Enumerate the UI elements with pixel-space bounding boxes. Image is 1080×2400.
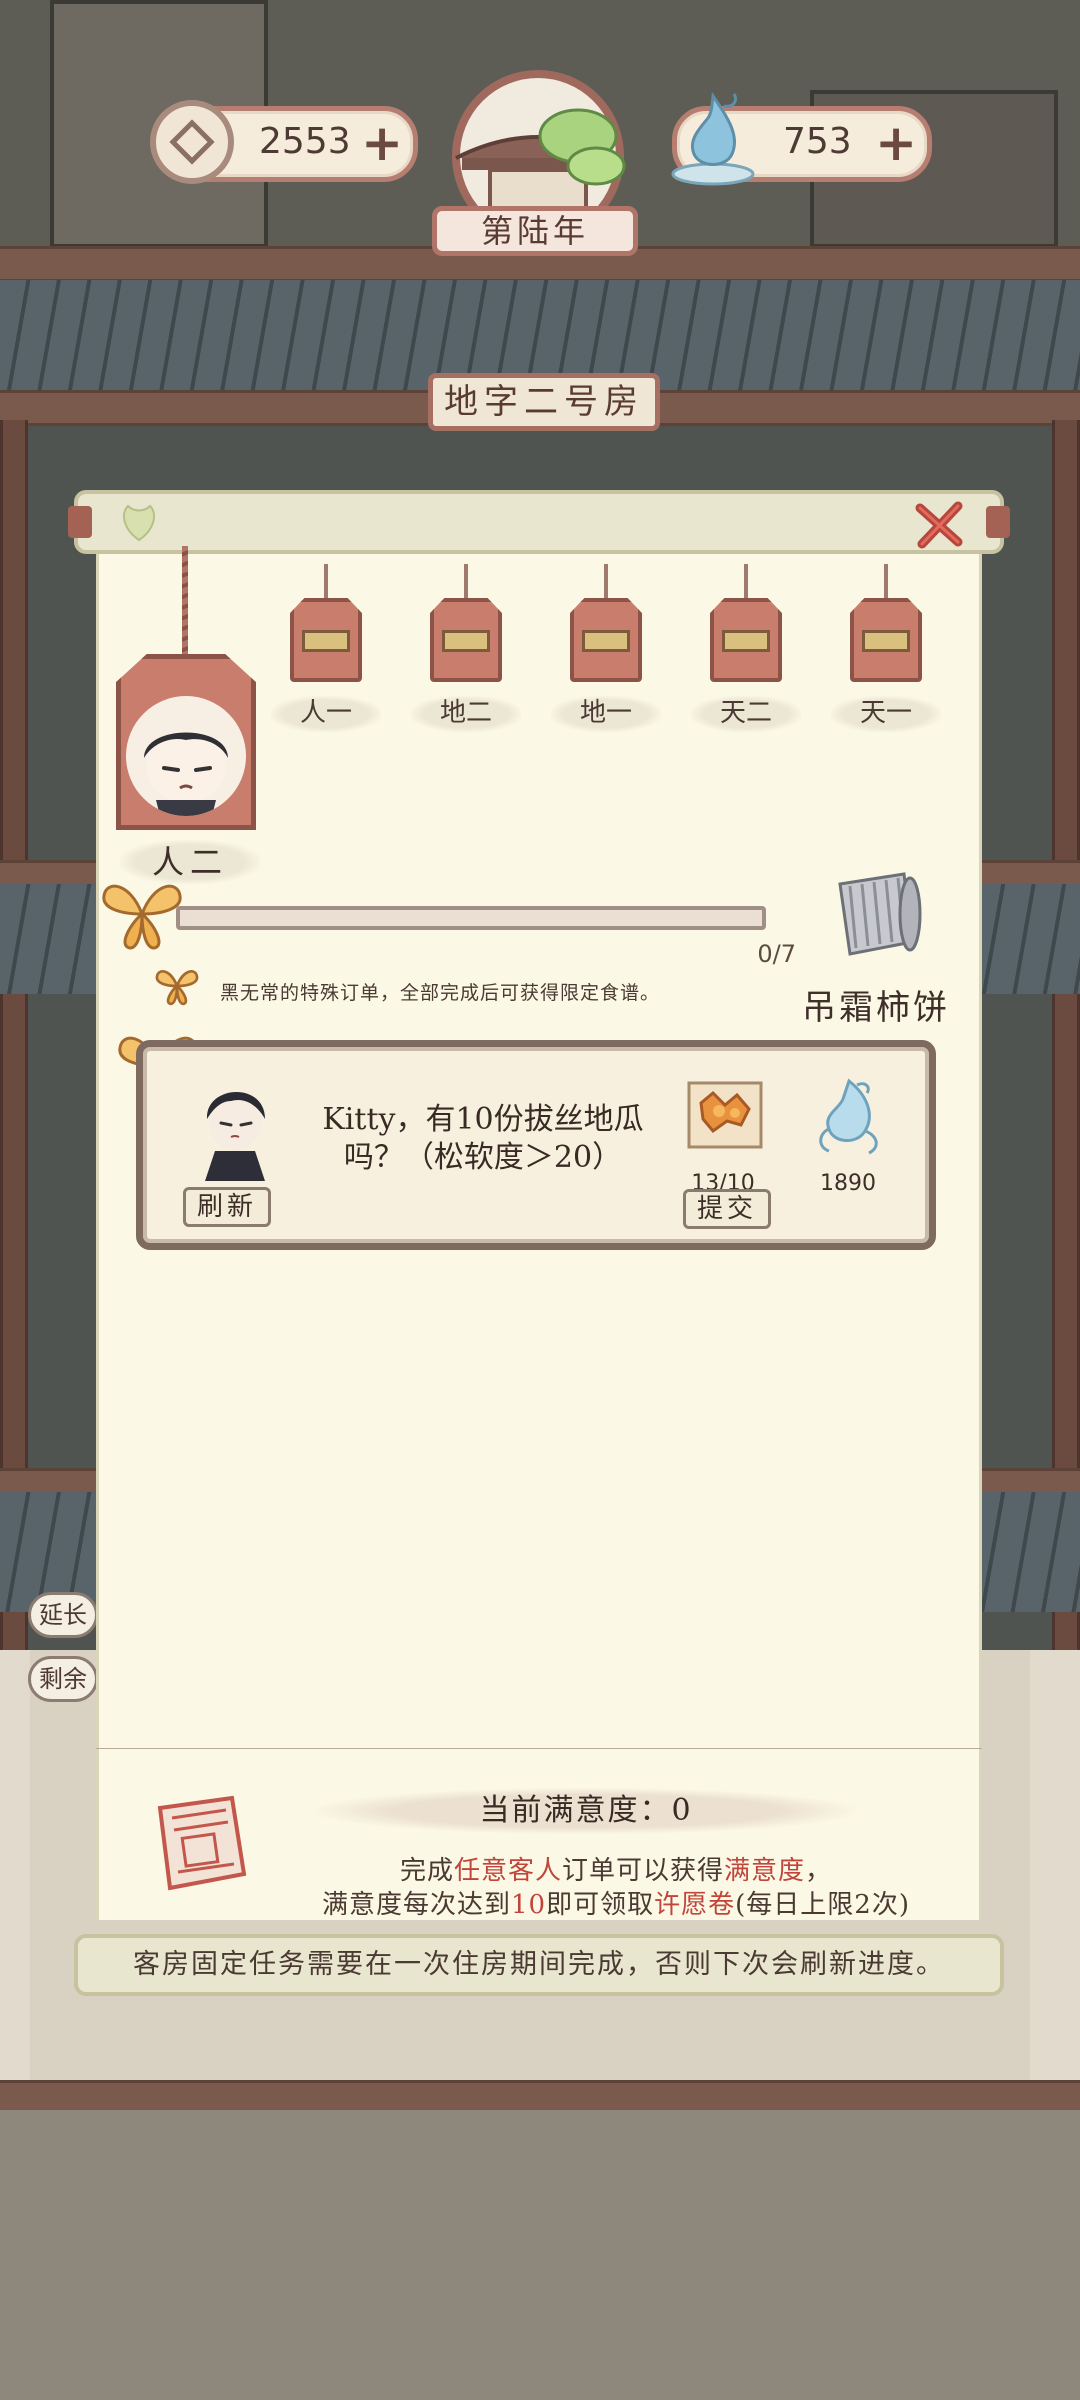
extend-button[interactable]: 延长: [28, 1592, 98, 1638]
guest-chibi-avatar: [126, 696, 246, 816]
room-tag-3[interactable]: [570, 564, 642, 682]
order-request-text: Kitty，有10份拔丝地瓜吗？（松软度＞20）: [322, 1102, 644, 1175]
remaining-button[interactable]: 剩余: [28, 1656, 98, 1702]
coin-icon: [150, 100, 234, 184]
recipe-scroll-icon[interactable]: [826, 864, 926, 964]
room-tag-label-1: 人一: [271, 696, 381, 732]
year-label: 第陆年: [432, 206, 638, 256]
reward-recipe-name: 吊霜柿饼: [802, 988, 950, 1028]
add-coin-icon[interactable]: +: [361, 115, 403, 171]
candied-sweet-potato-icon: [687, 1081, 763, 1149]
room-title: 地字二号房: [428, 373, 660, 431]
refresh-order-button[interactable]: 刷新: [183, 1187, 271, 1227]
coin-value: 2553: [259, 121, 351, 162]
room-tag-label-4: 天二: [691, 696, 801, 732]
small-butterfly-icon: [155, 970, 199, 1006]
room-tag-label-5: 天一: [831, 696, 941, 732]
room-tag-label-2: 地二: [411, 696, 521, 732]
progress-count: 0/7: [757, 940, 796, 968]
top-scroll-roller: [68, 490, 1010, 554]
add-spirit-icon[interactable]: +: [875, 115, 917, 171]
satisfaction-rule-line1: 完成任意客人订单可以获得满意度，: [399, 1856, 833, 1886]
guest-portrait: [185, 1071, 285, 1181]
wish-ticket-icon: [157, 1795, 247, 1891]
reward-count: 1890: [820, 1171, 876, 1196]
butterfly-icon: [102, 884, 182, 950]
special-order-hint: 黑无常的特殊订单，全部完成后可获得限定食谱。: [220, 982, 661, 1004]
satisfaction-value: 当前满意度：0: [316, 1788, 856, 1834]
order-progress-bar: [176, 906, 766, 930]
ginkgo-leaf-icon: [123, 504, 155, 542]
spirit-value: 753: [783, 121, 852, 162]
room-tag-5[interactable]: [850, 564, 922, 682]
order-panel: 人二 人一 地二 地一 天二 天一 0/7 黑无常的特殊订单，全部完成后可获得限…: [68, 490, 1010, 1996]
spirit-icon: [671, 91, 755, 186]
room-tag-label-3: 地一: [551, 696, 661, 732]
room-task-note: 客房固定任务需要在一次住房期间完成，否则下次会刷新进度。: [74, 1934, 1004, 1996]
submit-order-button[interactable]: 提交: [683, 1189, 771, 1229]
room-tag-4[interactable]: [710, 564, 782, 682]
floor: [0, 2110, 1080, 2400]
order-card: 刷新 Kitty，有10份拔丝地瓜吗？（松软度＞20） 13/10 提交 189…: [136, 1040, 936, 1250]
close-icon[interactable]: [912, 496, 968, 552]
divider: [96, 1748, 982, 1749]
room-tag-2[interactable]: [430, 564, 502, 682]
satisfaction-rule-line2: 满意度每次达到10即可领取许愿卷(每日上限2次): [322, 1890, 910, 1920]
room-tag-1[interactable]: [290, 564, 362, 682]
spirit-reward-icon: [819, 1078, 878, 1155]
